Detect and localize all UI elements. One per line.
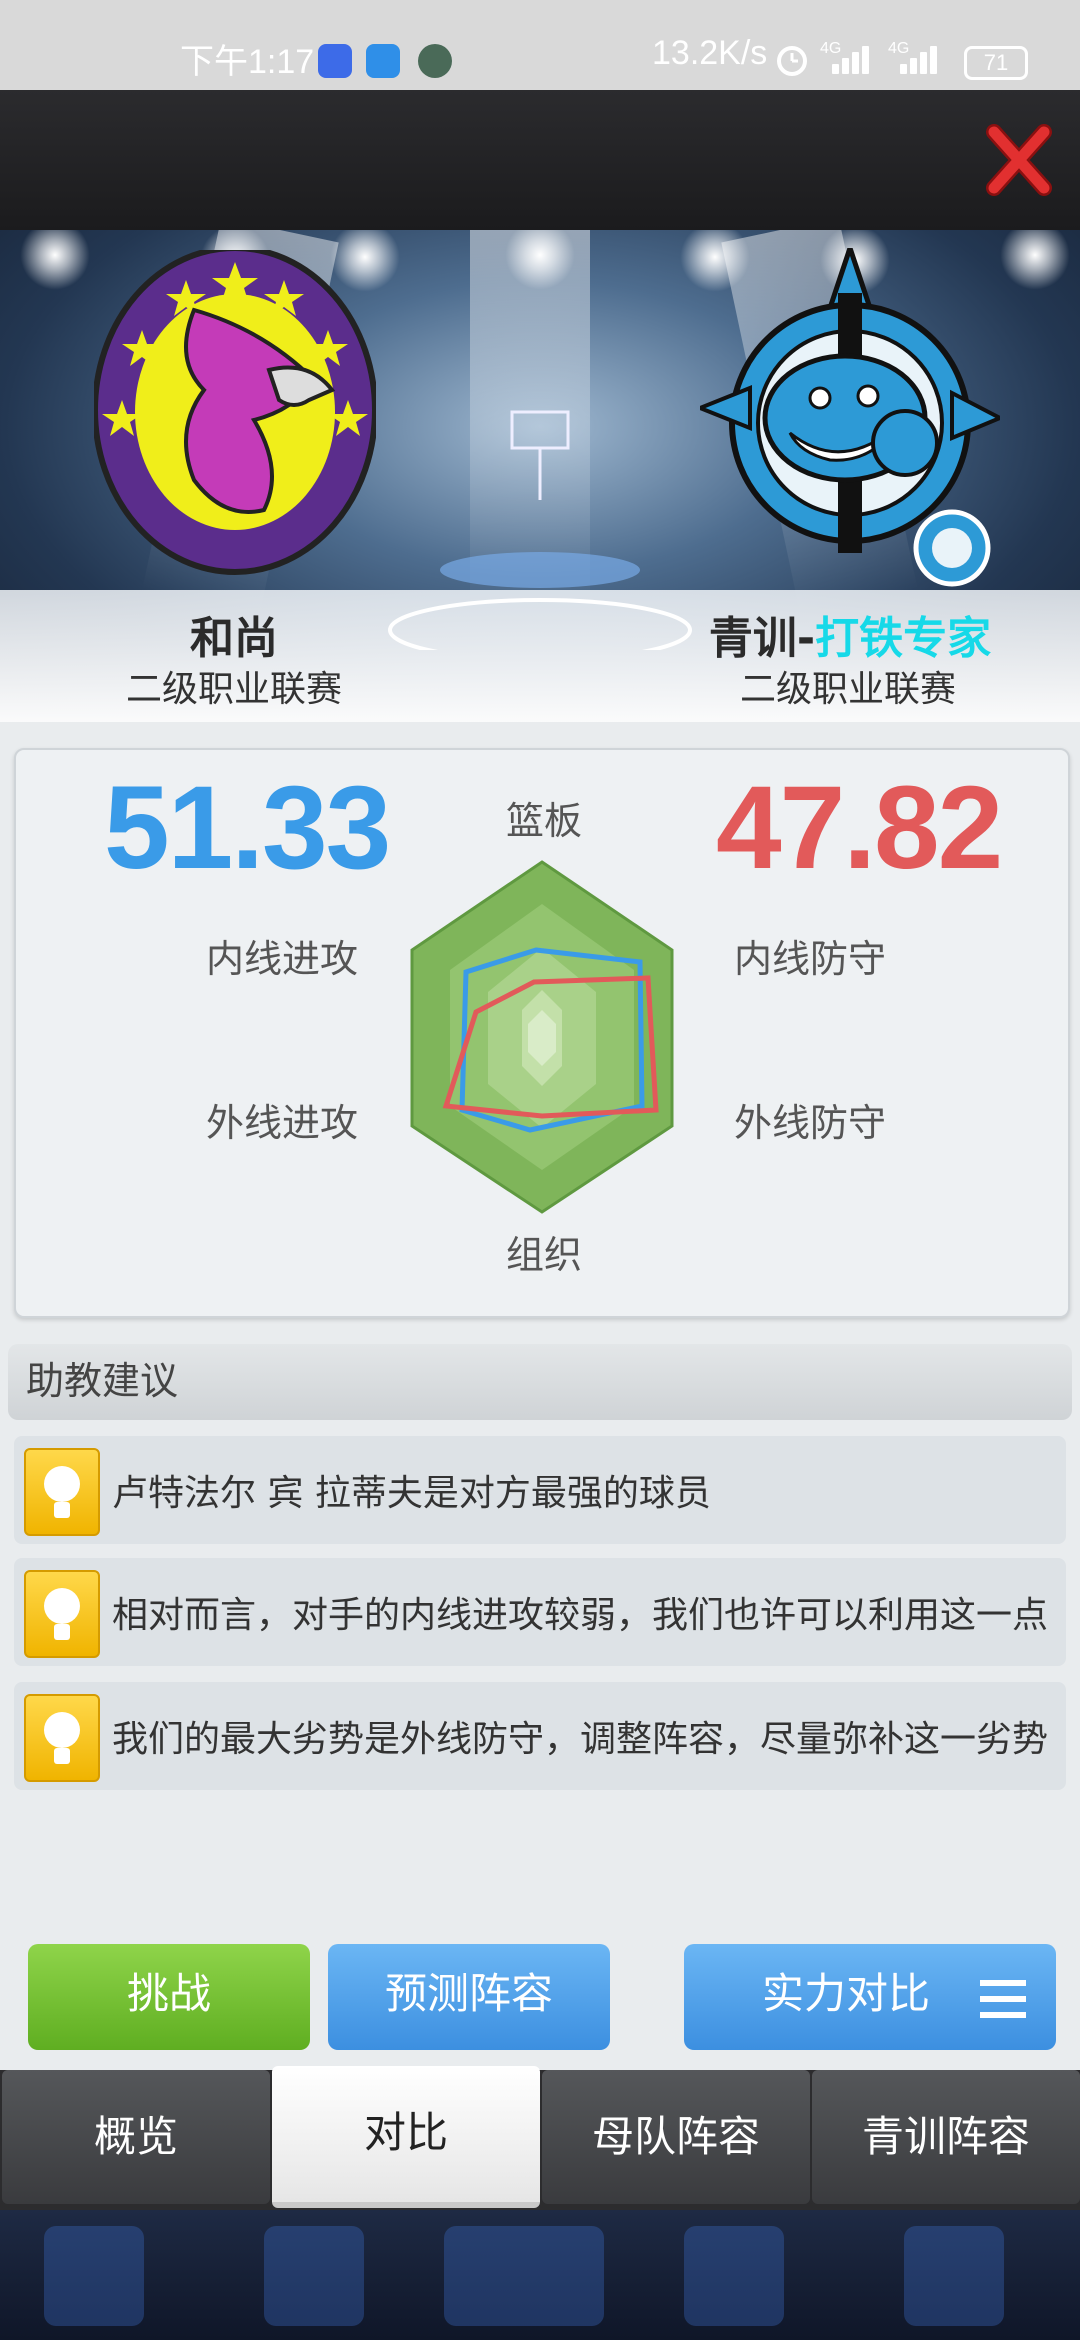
advice-text: 我们的最大劣势是外线防守，调整阵容，尽量弥补这一劣势: [112, 1719, 1049, 1760]
axis-organization: 组织: [506, 1233, 583, 1277]
court-lines: [388, 552, 692, 650]
alarm-icon: [777, 46, 807, 76]
bottom-nav-icon: [444, 2226, 604, 2326]
status-time: 下午1:17: [180, 43, 315, 81]
header-bar: [0, 90, 1080, 230]
axis-outside-defense: 外线防守: [734, 1101, 887, 1145]
radar-chart: [410, 860, 674, 1214]
away-team-logo: [700, 248, 1000, 587]
advice-title: 助教建议: [26, 1359, 179, 1403]
snowflake-notification-icon: [366, 44, 400, 78]
home-team-name: 和尚: [190, 613, 278, 664]
home-score: 51.33: [104, 762, 391, 894]
away-team-name: 青训-打铁专家: [680, 602, 1020, 666]
tab-youth-lineup[interactable]: 青训阵容: [812, 2070, 1080, 2204]
comparison-panel: 51.33 47.82 篮板 内线进攻 外线进攻 内线防守 外线防守 组织: [14, 748, 1070, 1318]
lightbulb-icon: [24, 1448, 100, 1536]
tab-compare[interactable]: 对比: [272, 2066, 540, 2208]
home-team-logo: [94, 250, 376, 575]
signal-icon-2: [888, 40, 944, 74]
advice-item: 相对而言，对手的内线进攻较弱，我们也许可以利用这一点: [14, 1558, 1066, 1666]
axis-rebound: 篮板: [506, 799, 583, 843]
advice-text: 卢特法尔 宾 拉蒂夫是对方最强的球员: [112, 1473, 711, 1514]
bottom-nav-icon: [264, 2226, 364, 2326]
lightbulb-icon: [24, 1570, 100, 1658]
bottom-nav-icon: [904, 2226, 1004, 2326]
advice-text: 相对而言，对手的内线进攻较弱，我们也许可以利用这一点: [112, 1595, 1049, 1636]
app-notification-icon: [318, 44, 352, 78]
predict-lineup-button[interactable]: 预测阵容: [328, 1944, 610, 2050]
lightbulb-icon: [24, 1694, 100, 1782]
axis-outside-offense: 外线进攻: [206, 1101, 359, 1145]
match-banner: 和尚 二级职业联赛 青训-打铁专家 二级职业联赛: [0, 230, 1080, 722]
axis-inside-defense: 内线防守: [734, 937, 887, 981]
challenge-button[interactable]: 挑战: [28, 1944, 310, 2050]
bottom-nav-icon: [684, 2226, 784, 2326]
tab-parent-lineup[interactable]: 母队阵容: [542, 2070, 810, 2204]
avatar-notification-icon: [418, 44, 452, 78]
close-icon[interactable]: [986, 122, 1052, 198]
tab-overview[interactable]: 概览: [2, 2070, 270, 2204]
menu-icon: [980, 1980, 1026, 2018]
strength-compare-label: 实力对比: [762, 1969, 931, 2018]
basketball-hoop-icon: [510, 410, 570, 500]
battery-icon: 71: [964, 46, 1028, 80]
away-team-name-highlight: 打铁专家: [815, 613, 992, 664]
away-team-league: 二级职业联赛: [739, 669, 956, 710]
advice-item: 卢特法尔 宾 拉蒂夫是对方最强的球员: [14, 1436, 1066, 1544]
home-team-league: 二级职业联赛: [125, 669, 342, 710]
signal-icon-1: [820, 40, 876, 74]
advice-item: 我们的最大劣势是外线防守，调整阵容，尽量弥补这一劣势: [14, 1682, 1066, 1790]
bottom-nav-icon: [44, 2226, 144, 2326]
status-bar: 下午1:17 13.2K/s 4G 4G 71: [0, 0, 1080, 90]
network-speed: 13.2K/s: [652, 34, 768, 72]
strength-compare-button[interactable]: 实力对比: [684, 1944, 1056, 2050]
away-score: 47.82: [716, 762, 1003, 894]
away-team-name-prefix: 青训-: [708, 613, 816, 664]
axis-inside-offense: 内线进攻: [206, 937, 359, 981]
